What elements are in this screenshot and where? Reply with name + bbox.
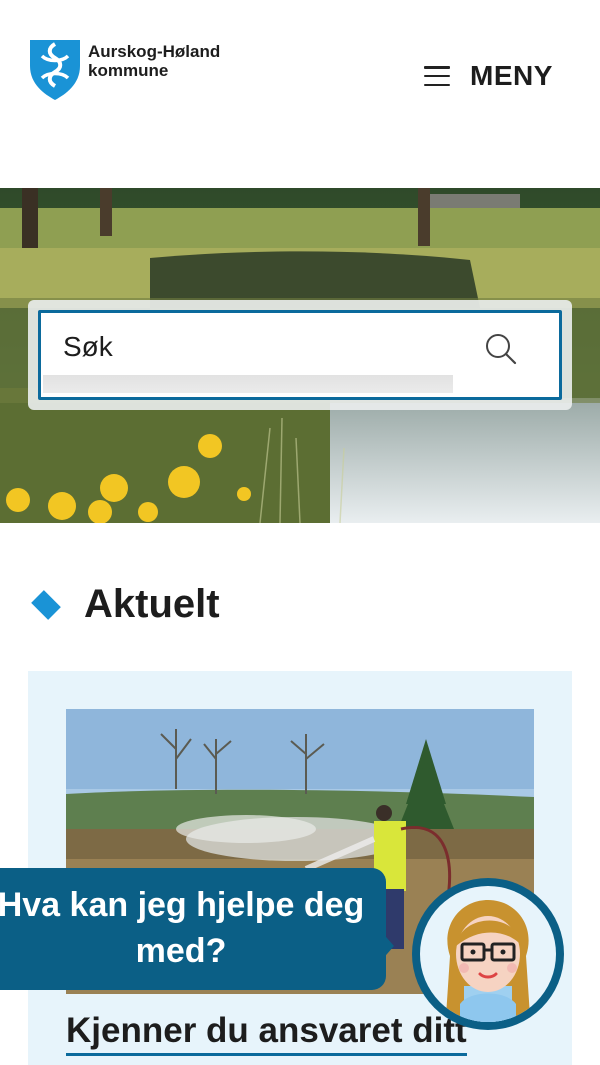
search-field: [38, 310, 562, 400]
news-card-title[interactable]: Kjenner du ansvaret ditt: [66, 1011, 467, 1056]
section-title: Aktuelt: [84, 582, 220, 626]
search-panel: [28, 300, 572, 410]
assistant-face-icon: [420, 886, 556, 1022]
search-button[interactable]: [481, 329, 521, 369]
chat-prompt-text: Hva kan jeg hjelpe deg med?: [0, 886, 365, 970]
municipality-shield-icon: [30, 40, 80, 100]
search-icon: [486, 334, 517, 365]
chat-assistant-avatar[interactable]: [412, 878, 564, 1030]
search-input[interactable]: [63, 327, 463, 367]
logo-line-2: kommune: [88, 61, 169, 80]
menu-button[interactable]: MENY: [424, 60, 553, 92]
search-suggestion-bar: [43, 375, 453, 393]
section-heading: Aktuelt: [28, 582, 220, 627]
menu-label: MENY: [470, 60, 553, 91]
hamburger-menu-icon: [424, 66, 450, 86]
site-header: Aurskog-Høland kommune MENY: [0, 0, 600, 188]
diamond-bullet-icon: [31, 589, 61, 620]
chat-prompt-bubble[interactable]: Hva kan jeg hjelpe deg med?: [0, 868, 386, 990]
municipality-logo[interactable]: Aurskog-Høland kommune: [28, 36, 220, 102]
chat-bubble-tail: [380, 930, 394, 962]
logo-line-1: Aurskog-Høland: [88, 42, 221, 61]
logo-text: Aurskog-Høland kommune: [88, 42, 220, 80]
